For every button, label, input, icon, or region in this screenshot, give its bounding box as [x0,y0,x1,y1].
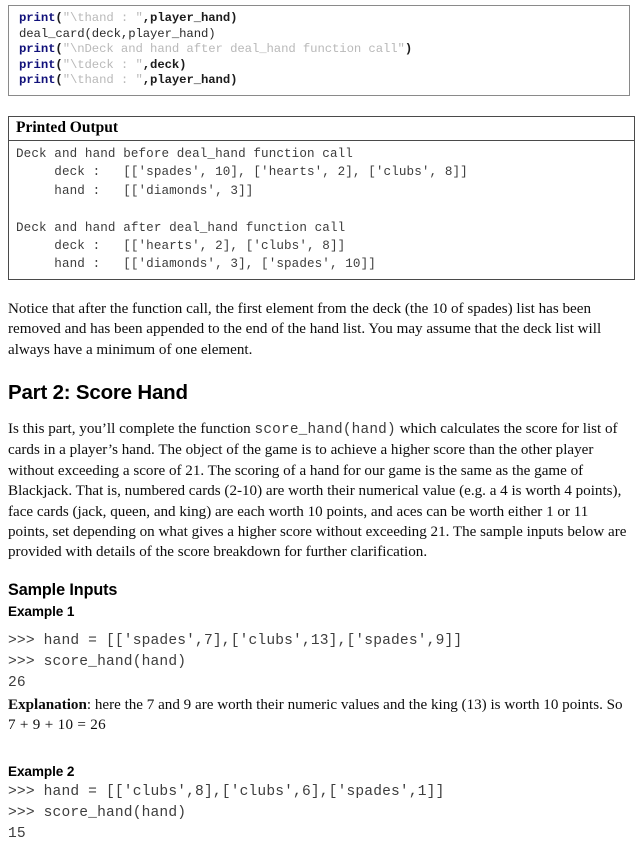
code-token-punct: ( [55,73,63,88]
repl-output-value: 15 [8,825,26,842]
repl-line: >>> score_hand(hand) [8,653,187,670]
output-line: hand : [['diamonds', 3], ['spades', 10]] [16,257,376,272]
repl-output-value: 26 [8,674,26,691]
part2-description: Is this part, you’ll complete the functi… [8,419,630,563]
printed-output-body: Deck and hand before deal_hand function … [9,141,634,279]
code-token-punct: ( [55,57,63,72]
notice-paragraph: Notice that after the function call, the… [8,300,602,358]
code-line: print("\nDeck and hand after deal_hand f… [19,42,623,58]
code-token-keyword: print [19,73,56,88]
code-token-string: "\thand : " [62,73,143,88]
code-token-punct: ( [55,42,63,57]
example-2-repl-block: >>> hand = [['clubs',8],['clubs',6],['sp… [8,782,630,845]
source-code-block: print("\thand : ",player_hand) deal_card… [8,5,630,96]
output-line-blank [16,200,628,218]
code-token-args: ,player_hand) [142,11,238,25]
code-token-keyword: print [19,42,56,57]
page-title-part2: Part 2: Score Hand [8,381,188,405]
printed-output-header: Printed Output [9,117,634,141]
part2-intro-text: Is this part, you’ll complete the functi… [8,421,255,438]
code-token-punct: ( [55,11,63,25]
explanation-math: 7 + 9 + 10 = 26 [8,717,106,734]
repl-line: >>> hand = [['clubs',8],['clubs',6],['sp… [8,783,445,800]
document-page: print("\thand : ",player_hand) deal_card… [0,5,638,861]
example-1-explanation: Explanation: here the 7 and 9 are worth … [8,695,630,736]
repl-line: >>> hand = [['spades',7],['clubs',13],['… [8,632,463,649]
code-line: deal_card(deck,player_hand) [19,27,623,43]
code-token-keyword: print [19,57,56,72]
repl-line: >>> score_hand(hand) [8,804,187,821]
code-token-string: "\nDeck and hand after deal_hand functio… [62,42,405,57]
output-line: Deck and hand before deal_hand function … [16,146,353,161]
code-token-string: "\thand : " [62,11,143,25]
example-1-repl-block: >>> hand = [['spades',7],['clubs',13],['… [8,631,630,694]
code-token-punct: ) [404,42,413,57]
example-2-title: Example 2 [8,763,75,779]
example-1-title: Example 1 [8,603,75,619]
printed-output-table: Printed Output Deck and hand before deal… [8,115,635,280]
output-line: deck : [['spades', 10], ['hearts', 2], [… [16,165,468,180]
part2-rest-text: which calculates the score for list of c… [8,421,627,561]
inline-code-score-hand: score_hand(hand) [254,422,396,439]
output-line: deck : [['hearts', 2], ['clubs', 8]] [16,239,346,253]
code-token-string: "\tdeck : " [62,57,143,72]
output-line: Deck and hand after deal_hand function c… [16,220,346,235]
code-line: print("\thand : ",player_hand) [19,11,623,27]
explanation-label: Explanation [8,696,87,713]
code-token-call: deal_card(deck,player_hand) [19,26,216,41]
code-line: print("\thand : ",player_hand) [19,73,623,89]
output-line: hand : [['diamonds', 3]] [16,183,254,198]
sample-inputs-heading: Sample Inputs [8,580,118,599]
code-token-args: ,deck) [142,57,187,72]
code-token-args: ,player_hand) [142,73,238,88]
code-token-keyword: print [19,11,56,25]
code-line: print("\tdeck : ",deck) [19,58,623,74]
explanation-text: : here the 7 and 9 are worth their numer… [86,696,623,713]
